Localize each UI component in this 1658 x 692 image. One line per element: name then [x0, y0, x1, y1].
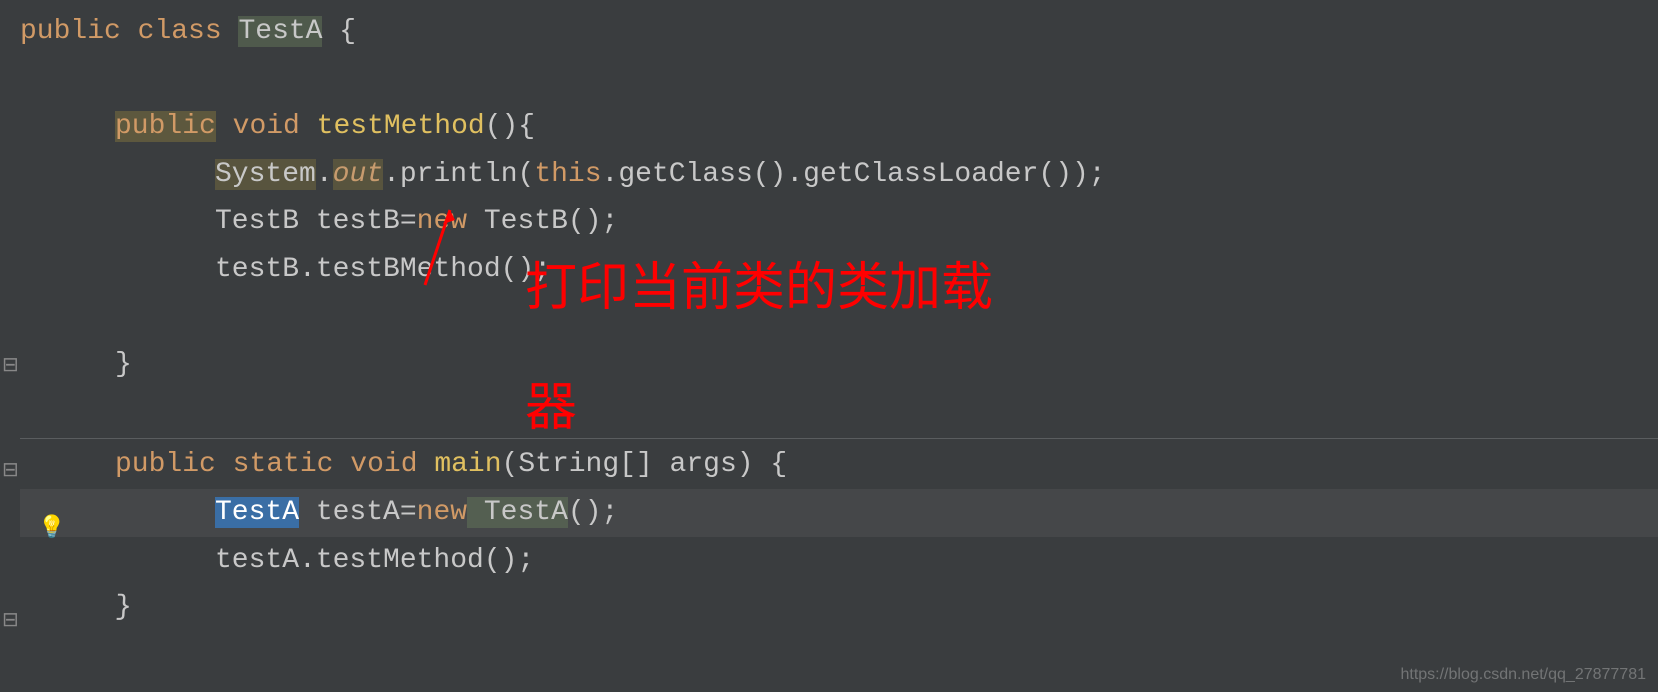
code-line-current[interactable]: TestA testA=new TestA(); [20, 489, 1658, 537]
keyword: new [417, 497, 467, 528]
field-ref: out [333, 159, 383, 190]
params: (){ [485, 111, 535, 142]
code-line[interactable]: public void testMethod(){ [20, 103, 1658, 151]
code-line[interactable]: } [19, 584, 1658, 632]
keyword: void [350, 449, 417, 480]
type-ref: TestB [215, 206, 299, 237]
keyword: class [138, 16, 222, 47]
fold-marker-icon[interactable]: ⊟ [2, 605, 19, 639]
keyword: this [534, 159, 601, 190]
code-line[interactable]: testB.testBMethod(); [20, 246, 1658, 294]
code-line[interactable]: } [20, 341, 1658, 389]
code-line[interactable]: TestB testB=new TestB(); [20, 198, 1658, 246]
keyword: static [233, 449, 334, 480]
fold-marker-icon[interactable]: ⊟ [2, 455, 19, 489]
statement: testA.testMethod(); [215, 545, 534, 576]
brace: } [114, 592, 132, 623]
method-name: testMethod [317, 111, 485, 142]
class-ref: System [215, 159, 316, 190]
keyword: new [417, 206, 467, 237]
keyword: public [20, 16, 121, 47]
code-line[interactable]: System.out.println(this.getClass().getCl… [20, 151, 1658, 199]
code-line[interactable]: public class TestA { [20, 8, 1658, 56]
class-name: TestA [238, 16, 322, 47]
watermark: https://blog.csdn.net/qq_27877781 [1400, 666, 1646, 684]
keyword: void [233, 111, 300, 142]
code-line [20, 56, 1658, 104]
method-call: println [400, 159, 518, 190]
method-name: main [434, 449, 501, 480]
method-chain: .getClass().getClassLoader()); [602, 159, 1106, 190]
statement: testB.testBMethod(); [215, 254, 551, 285]
lightbulb-icon[interactable]: 💡 [38, 510, 65, 547]
keyword: public [115, 449, 216, 480]
code-line [20, 389, 1658, 437]
fold-marker-icon[interactable]: ⊟ [2, 350, 19, 384]
code-line[interactable]: testA.testMethod(); [20, 537, 1658, 585]
keyword: public [115, 111, 216, 142]
brace: { [322, 16, 356, 47]
type-ref: TestA [215, 497, 299, 528]
method-separator [20, 438, 1658, 439]
params: (String[] args) { [502, 449, 788, 480]
code-line [20, 294, 1658, 342]
code-editor[interactable]: ⊟ ⊟ ⊟ 💡 public class TestA { public void… [0, 0, 1658, 632]
code-line[interactable]: public static void main(String[] args) { [20, 441, 1658, 489]
brace: } [115, 349, 132, 380]
